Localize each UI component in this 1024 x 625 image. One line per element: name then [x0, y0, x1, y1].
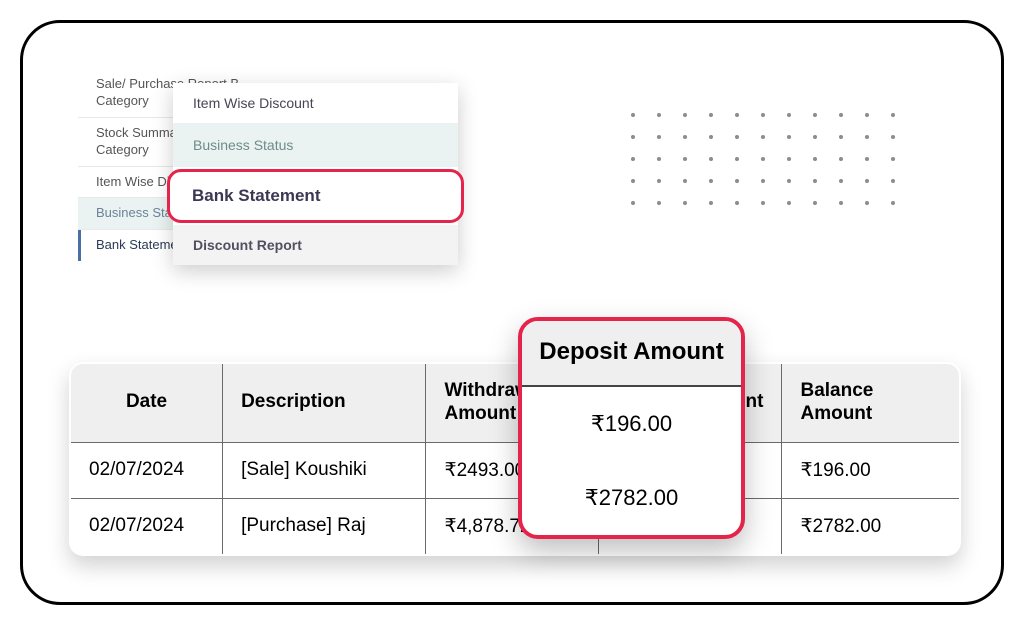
col-date: Date: [70, 363, 223, 442]
front-item-wise-discount[interactable]: Item Wise Discount: [173, 83, 458, 123]
table-header-row: Date Description Withdrawal Amount Depos…: [70, 363, 960, 442]
report-menu-front: Item Wise Discount Business Status Bank …: [173, 83, 458, 265]
table-row: 02/07/2024 [Sale] Koushiki ₹2493.00 ₹196…: [70, 442, 960, 498]
cell-date: 02/07/2024: [70, 442, 223, 498]
cell-balance: ₹196.00: [782, 442, 960, 498]
deposit-highlight-value-1: ₹196.00: [522, 387, 741, 461]
cell-description: [Purchase] Raj: [223, 498, 426, 555]
deposit-amount-highlight: Deposit Amount ₹196.00 ₹2782.00: [518, 317, 745, 539]
cell-description: [Sale] Koushiki: [223, 442, 426, 498]
cell-balance: ₹2782.00: [782, 498, 960, 555]
col-balance: Balance Amount: [782, 363, 960, 442]
front-bank-statement-selected[interactable]: Bank Statement: [167, 169, 464, 223]
front-discount-report[interactable]: Discount Report: [173, 225, 458, 265]
bank-statement-table: Date Description Withdrawal Amount Depos…: [69, 362, 961, 556]
cell-date: 02/07/2024: [70, 498, 223, 555]
decorative-dot-grid: [631, 113, 911, 218]
col-description: Description: [223, 363, 426, 442]
deposit-highlight-header: Deposit Amount: [522, 321, 741, 387]
deposit-highlight-value-2: ₹2782.00: [522, 461, 741, 535]
front-business-status[interactable]: Business Status: [173, 123, 458, 167]
table-row: 02/07/2024 [Purchase] Raj ₹4,878.72 ₹278…: [70, 498, 960, 555]
main-frame: Sale/ Purchase Report B Category Stock S…: [20, 20, 1004, 605]
